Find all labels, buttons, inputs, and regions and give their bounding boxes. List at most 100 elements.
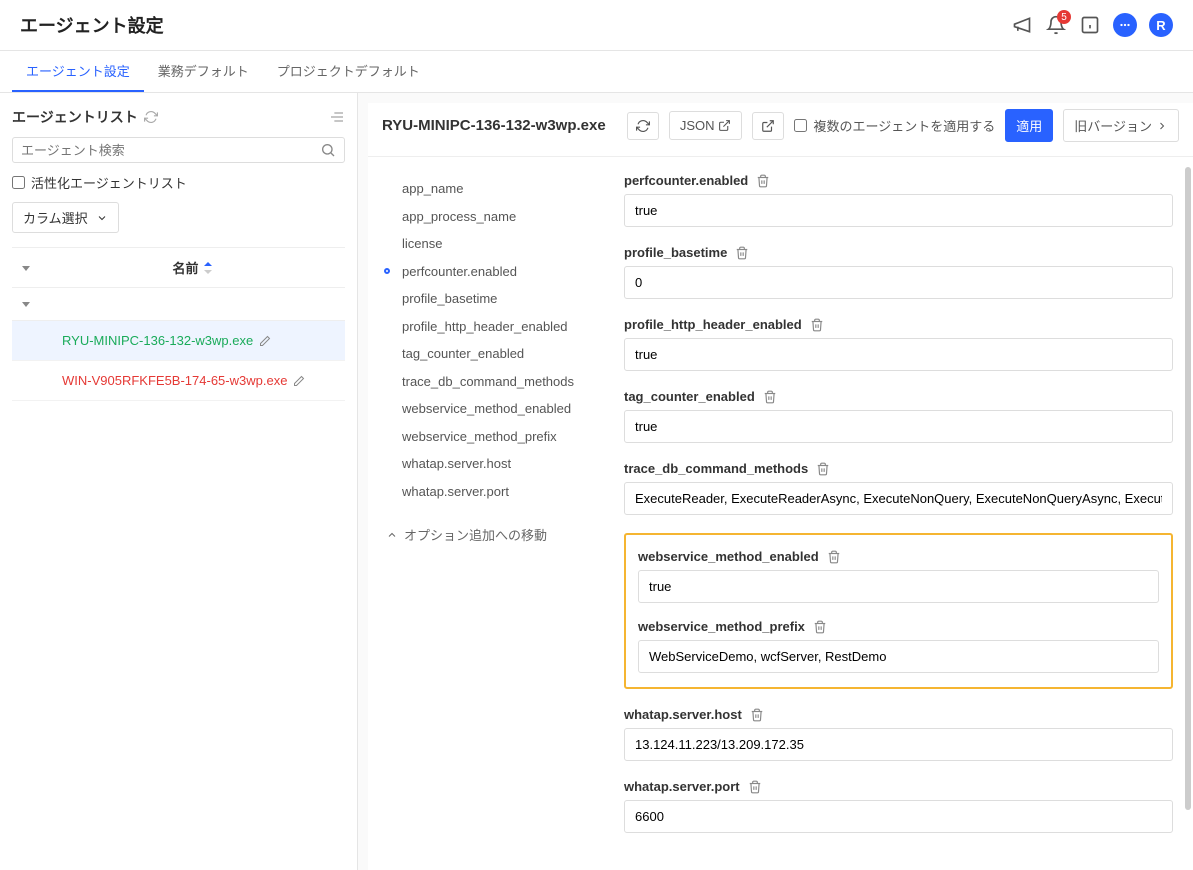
option-nav-label: profile_basetime	[402, 289, 497, 309]
edit-icon[interactable]	[293, 375, 305, 387]
avatar[interactable]: R	[1149, 13, 1173, 37]
tab-agent-settings[interactable]: エージェント設定	[12, 51, 144, 92]
field-input[interactable]	[624, 800, 1173, 833]
selected-agent-title: RYU-MINIPC-136-132-w3wp.exe	[382, 117, 617, 134]
field-label: whatap.server.port	[624, 779, 740, 794]
option-nav-item[interactable]: whatap.server.host	[376, 450, 610, 478]
field-label: whatap.server.host	[624, 707, 742, 722]
scrollbar[interactable]	[1185, 167, 1191, 810]
agent-name: WIN-V905RFKFE5B-174-65-w3wp.exe	[62, 373, 287, 388]
agent-row[interactable]: RYU-MINIPC-136-132-w3wp.exe	[12, 321, 345, 361]
field-group: webservice_method_prefix	[638, 619, 1159, 673]
refresh-icon[interactable]	[144, 110, 158, 124]
trash-icon[interactable]	[756, 174, 770, 188]
option-nav-label: license	[402, 234, 442, 254]
field-group: tag_counter_enabled	[624, 389, 1173, 443]
expand-all-icon[interactable]	[20, 262, 48, 274]
field-input[interactable]	[624, 338, 1173, 371]
option-nav-label: whatap.server.port	[402, 482, 509, 502]
trash-icon[interactable]	[748, 780, 762, 794]
field-input[interactable]	[624, 266, 1173, 299]
search-icon[interactable]	[320, 142, 336, 158]
field-input[interactable]	[624, 482, 1173, 515]
json-button[interactable]: JSON	[669, 111, 743, 140]
option-nav-item[interactable]: trace_db_command_methods	[376, 368, 610, 396]
field-group: profile_http_header_enabled	[624, 317, 1173, 371]
announce-icon[interactable]	[1011, 14, 1033, 36]
option-nav-label: perfcounter.enabled	[402, 262, 517, 282]
option-nav-item[interactable]: webservice_method_enabled	[376, 395, 610, 423]
option-nav-label: webservice_method_enabled	[402, 399, 571, 419]
group-toggle[interactable]	[12, 288, 345, 321]
option-nav-label: trace_db_command_methods	[402, 372, 574, 392]
option-nav-item[interactable]: profile_http_header_enabled	[376, 313, 610, 341]
chevron-down-icon	[96, 212, 108, 224]
field-input[interactable]	[624, 728, 1173, 761]
field-label: perfcounter.enabled	[624, 173, 748, 188]
active-agent-checkbox[interactable]	[12, 176, 25, 189]
option-nav-item[interactable]: license	[376, 230, 610, 258]
tabs: エージェント設定 業務デフォルト プロジェクトデフォルト	[0, 51, 1193, 93]
external-link-button[interactable]	[752, 112, 784, 140]
field-group: perfcounter.enabled	[624, 173, 1173, 227]
option-nav-item[interactable]: profile_basetime	[376, 285, 610, 313]
option-nav-item[interactable]: app_process_name	[376, 203, 610, 231]
tab-business-default[interactable]: 業務デフォルト	[144, 51, 263, 92]
field-group: profile_basetime	[624, 245, 1173, 299]
option-nav-item[interactable]: whatap.server.port	[376, 478, 610, 506]
field-group: whatap.server.host	[624, 707, 1173, 761]
field-label: profile_basetime	[624, 245, 727, 260]
sidebar-menu-icon[interactable]	[329, 109, 345, 125]
highlight-box: webservice_method_enabled webservice_meth…	[624, 533, 1173, 689]
multi-apply[interactable]: 複数のエージェントを適用する	[794, 116, 995, 135]
column-header-name[interactable]: 名前	[48, 258, 337, 277]
search-input[interactable]	[21, 143, 320, 158]
old-version-button[interactable]: 旧バージョン	[1063, 109, 1179, 142]
option-nav-label: webservice_method_prefix	[402, 427, 557, 447]
trash-icon[interactable]	[813, 620, 827, 634]
option-nav-item[interactable]: webservice_method_prefix	[376, 423, 610, 451]
option-nav-label: whatap.server.host	[402, 454, 511, 474]
edit-icon[interactable]	[259, 335, 271, 347]
tab-project-default[interactable]: プロジェクトデフォルト	[263, 51, 434, 92]
info-box-icon[interactable]	[1079, 14, 1101, 36]
column-select[interactable]: カラム選択	[12, 202, 119, 233]
field-label: webservice_method_prefix	[638, 619, 805, 634]
field-group: webservice_method_enabled	[638, 549, 1159, 603]
trash-icon[interactable]	[810, 318, 824, 332]
field-label: webservice_method_enabled	[638, 549, 819, 564]
option-nav-label: app_name	[402, 179, 463, 199]
field-input[interactable]	[638, 640, 1159, 673]
option-nav-item[interactable]: tag_counter_enabled	[376, 340, 610, 368]
field-input[interactable]	[638, 570, 1159, 603]
option-nav-label: app_process_name	[402, 207, 516, 227]
option-nav-label: profile_http_header_enabled	[402, 317, 568, 337]
apply-button[interactable]: 適用	[1005, 109, 1053, 142]
trash-icon[interactable]	[750, 708, 764, 722]
bell-icon[interactable]: 5	[1045, 14, 1067, 36]
sidebar-title: エージェントリスト	[12, 107, 158, 127]
sort-icon	[203, 262, 213, 274]
field-input[interactable]	[624, 194, 1173, 227]
field-label: trace_db_command_methods	[624, 461, 808, 476]
chat-icon[interactable]	[1113, 13, 1137, 37]
field-label: profile_http_header_enabled	[624, 317, 802, 332]
multi-apply-checkbox[interactable]	[794, 119, 807, 132]
page-title: エージェント設定	[20, 12, 164, 38]
field-group: trace_db_command_methods	[624, 461, 1173, 515]
option-nav-label: tag_counter_enabled	[402, 344, 524, 364]
trash-icon[interactable]	[763, 390, 777, 404]
chevron-up-icon	[386, 529, 398, 541]
agent-name: RYU-MINIPC-136-132-w3wp.exe	[62, 333, 253, 348]
trash-icon[interactable]	[827, 550, 841, 564]
option-nav-item[interactable]: perfcounter.enabled	[376, 258, 610, 286]
active-agent-label: 活性化エージェントリスト	[31, 173, 187, 192]
trash-icon[interactable]	[735, 246, 749, 260]
agent-row[interactable]: WIN-V905RFKFE5B-174-65-w3wp.exe	[12, 361, 345, 401]
field-label: tag_counter_enabled	[624, 389, 755, 404]
trash-icon[interactable]	[816, 462, 830, 476]
option-nav-item[interactable]: app_name	[376, 175, 610, 203]
field-input[interactable]	[624, 410, 1173, 443]
refresh-button[interactable]	[627, 112, 659, 140]
option-add-jump[interactable]: オプション追加への移動	[376, 515, 610, 548]
